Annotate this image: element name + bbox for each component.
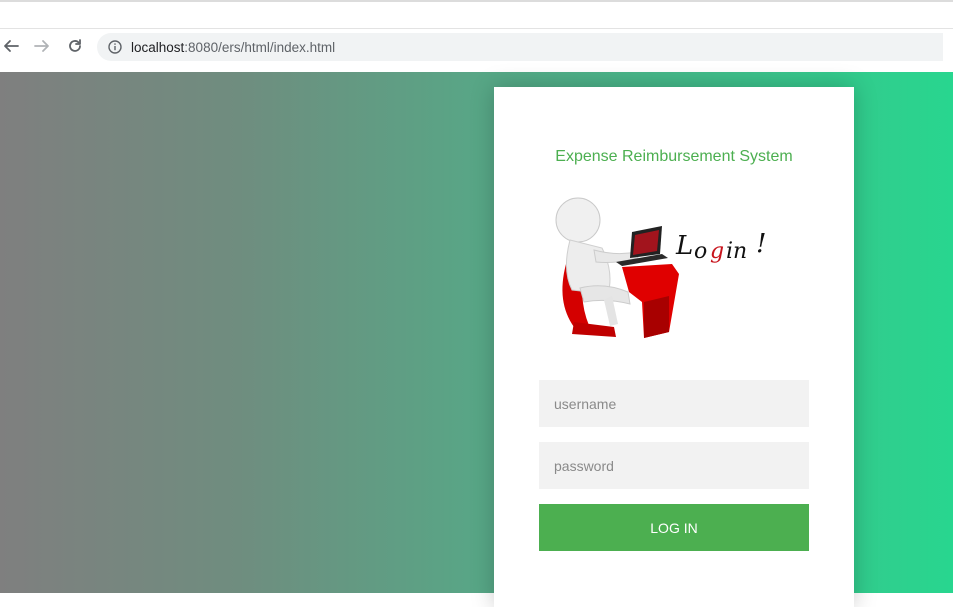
login-card: Expense Reimbursement System L o g in ! … — [494, 87, 854, 607]
url-path: :8080/ers/html/index.html — [184, 39, 336, 55]
reload-button[interactable] — [64, 35, 86, 57]
page-background: Expense Reimbursement System L o g in ! … — [0, 72, 953, 607]
svg-text:g: g — [710, 239, 724, 264]
browser-toolbar: localhost:8080/ers/html/index.html — [0, 0, 953, 72]
svg-text:in: in — [726, 239, 747, 264]
url-host: localhost — [131, 39, 185, 55]
login-button[interactable]: LOG IN — [539, 504, 809, 551]
username-field[interactable] — [539, 380, 809, 427]
svg-text:!: ! — [756, 229, 766, 259]
back-arrow-icon — [4, 40, 19, 52]
svg-text:L: L — [675, 231, 693, 261]
url-text[interactable]: localhost:8080/ers/html/index.html — [131, 40, 335, 55]
tab-strip-divider — [0, 28, 953, 29]
address-bar[interactable]: localhost:8080/ers/html/index.html — [97, 33, 943, 61]
forward-arrow-icon — [34, 40, 49, 52]
svg-text:o: o — [694, 239, 707, 264]
reload-icon — [69, 39, 81, 52]
window-top-border — [0, 0, 953, 2]
info-icon[interactable] — [108, 40, 122, 54]
back-button[interactable] — [0, 35, 22, 57]
page-title: Expense Reimbursement System — [555, 148, 793, 165]
password-field[interactable] — [539, 442, 809, 489]
forward-button[interactable] — [31, 35, 53, 57]
login-illustration-image: L o g in ! — [555, 197, 766, 338]
